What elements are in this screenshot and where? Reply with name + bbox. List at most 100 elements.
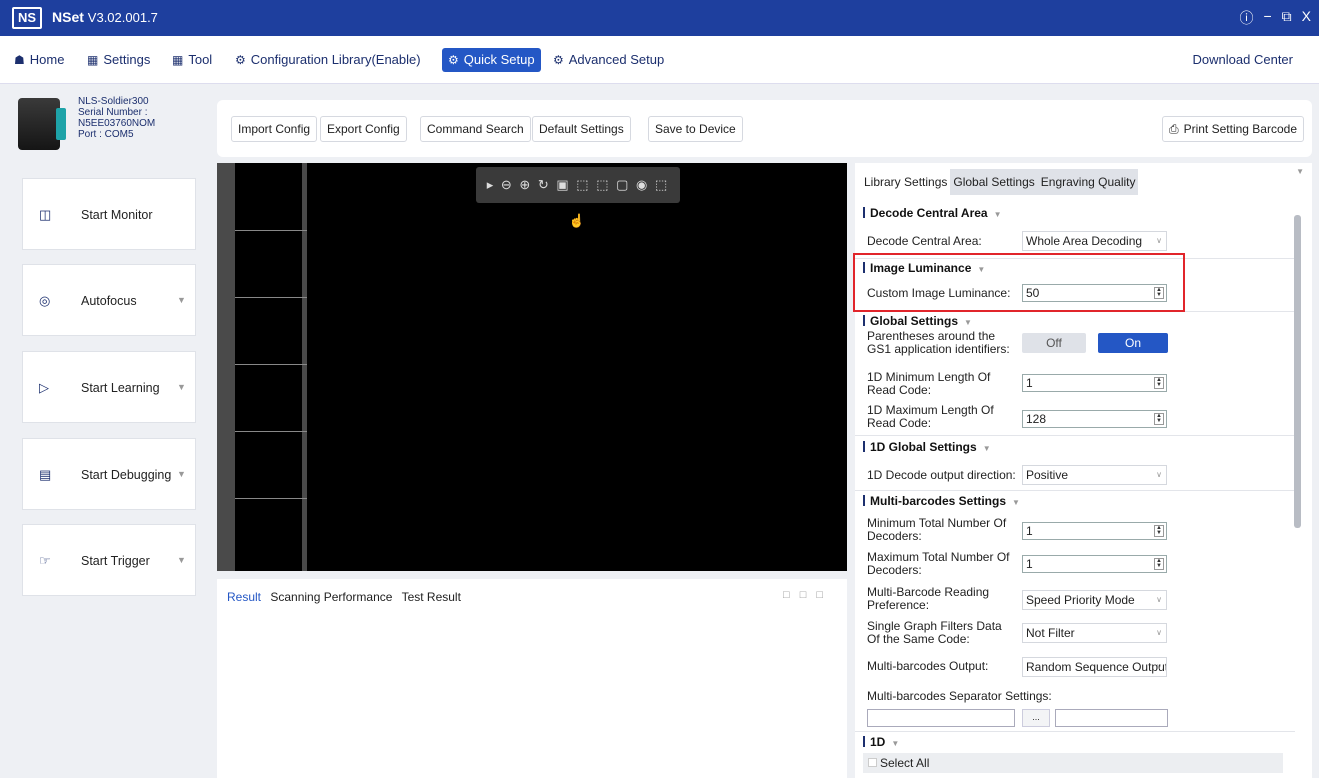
section-multi-barcodes[interactable]: Multi-barcodes Settings ▼	[863, 494, 1020, 508]
sidebar-label: Autofocus	[81, 294, 137, 308]
device-model: NLS-Soldier300	[78, 96, 149, 107]
thumbnail-column	[235, 163, 307, 571]
play-icon: ▷	[39, 380, 49, 395]
separator-browse-button[interactable]: ...	[1022, 709, 1050, 727]
app-logo: NS	[12, 7, 42, 29]
highlight-box	[853, 253, 1185, 312]
decode-central-select[interactable]: Whole Area Decoding ∨	[1022, 231, 1167, 251]
decode-direction-label: 1D Decode output direction:	[867, 468, 1016, 482]
minimize-icon[interactable]: −	[1263, 8, 1271, 28]
separator-settings-label: Multi-barcodes Separator Settings:	[867, 689, 1052, 703]
chevron-down-icon: ∨	[1156, 595, 1162, 604]
chevron-down-icon: ▼	[993, 210, 1002, 219]
chevron-down-icon: ∨	[1156, 628, 1162, 637]
tab-engraving-quality[interactable]: Engraving Quality	[1037, 169, 1139, 195]
import-config-button[interactable]: Import Config	[231, 116, 318, 142]
menu-settings[interactable]: ▦ Settings	[87, 48, 150, 72]
restore-icon[interactable]: ⧉	[1282, 8, 1292, 28]
gs1-on-toggle[interactable]: On	[1098, 333, 1168, 353]
section-decode-central-area[interactable]: Decode Central Area ▼	[863, 206, 1002, 220]
gs1-off-toggle[interactable]: Off	[1022, 333, 1086, 353]
section-title: 1D Global Settings	[870, 440, 977, 454]
menu-tool-label: Tool	[188, 52, 213, 67]
start-trigger-card[interactable]: ☞ Start Trigger ▼	[22, 524, 196, 596]
save-to-device-button[interactable]: Save to Device	[648, 116, 743, 142]
trigger-icon: ☞	[39, 553, 51, 568]
chevron-down-icon[interactable]: ▼	[177, 382, 186, 392]
menu-tool[interactable]: ▦ Tool	[172, 48, 212, 72]
default-settings-button[interactable]: Default Settings	[532, 116, 631, 142]
export-config-button[interactable]: Export Config	[320, 116, 407, 142]
section-global-settings[interactable]: Global Settings ▼	[863, 314, 972, 328]
chevron-down-icon[interactable]: ▼	[177, 555, 186, 565]
menu-quick-setup[interactable]: ⚙ Quick Setup	[442, 48, 541, 72]
result-panel: Result Scanning Performance Test Result …	[217, 579, 847, 778]
tab-global-settings[interactable]: Global Settings	[950, 169, 1038, 195]
chevron-down-icon[interactable]: ▼	[177, 295, 186, 305]
command-search-button[interactable]: Command Search	[420, 116, 531, 142]
menu-config-label: Configuration Library(Enable)	[250, 52, 421, 67]
image-tool-bar[interactable]: ▸ ⊖ ⊕ ↻ ▣ ⬚ ⬚ ▢ ◉ ⬚ ☝	[476, 167, 680, 228]
start-learning-card[interactable]: ▷ Start Learning ▼	[22, 351, 196, 423]
spin-arrows-icon[interactable]: ▲ ▼	[1154, 377, 1164, 389]
close-icon[interactable]: X	[1302, 8, 1311, 28]
filter-same-code-label: Single Graph Filters Data Of the Same Co…	[867, 619, 1002, 646]
grid-icon: ▦	[87, 53, 99, 67]
tab-scanning-performance[interactable]: Scanning Performance	[270, 590, 392, 604]
decode-direction-select[interactable]: Positive ∨	[1022, 465, 1167, 485]
spin-arrows-icon[interactable]: ▲ ▼	[1154, 558, 1164, 570]
filter-same-code-select[interactable]: Not Filter ∨	[1022, 623, 1167, 643]
menu-home[interactable]: ☗ Home	[14, 48, 64, 72]
image-view[interactable]	[217, 163, 847, 571]
section-1d[interactable]: 1D ▼	[863, 735, 899, 749]
chevron-down-icon[interactable]: ▼	[177, 469, 186, 479]
debug-icon: ▤	[39, 467, 52, 482]
section-1d-global-settings[interactable]: 1D Global Settings ▼	[863, 440, 991, 454]
select-all-row[interactable]: Select All	[863, 753, 1283, 773]
device-details: NLS-Soldier300 Serial Number : N5EE03760…	[78, 96, 155, 140]
max-decoders-spinbox[interactable]: 1 ▲ ▼	[1022, 555, 1167, 573]
spin-value: 1	[1026, 557, 1033, 571]
tab-test-result[interactable]: Test Result	[402, 590, 461, 604]
max-length-label: 1D Maximum Length Of Read Code:	[867, 403, 994, 430]
min-length-spinbox[interactable]: 1 ▲ ▼	[1022, 374, 1167, 392]
menu-quick-label: Quick Setup	[463, 52, 535, 67]
clear-icon[interactable]: □	[783, 589, 800, 601]
settings-scrollbar[interactable]	[1294, 215, 1301, 528]
start-monitor-card[interactable]: ◫ Start Monitor	[22, 178, 196, 250]
autofocus-card[interactable]: ◎ Autofocus ▼	[22, 264, 196, 336]
device-port: Port : COM5	[78, 129, 134, 140]
download-center-link[interactable]: Download Center	[1193, 48, 1293, 72]
menu-advanced-setup[interactable]: ⚙ Advanced Setup	[553, 48, 664, 72]
info-icon[interactable]: ⓘ	[1239, 8, 1253, 28]
save-icon[interactable]: □	[816, 589, 833, 601]
tab-result[interactable]: Result	[227, 590, 261, 604]
separator-input[interactable]	[867, 709, 1015, 727]
copy-icon[interactable]: □	[800, 589, 817, 601]
min-decoders-label: Minimum Total Number Of Decoders:	[867, 516, 1007, 543]
spin-arrows-icon[interactable]: ▲ ▼	[1154, 525, 1164, 537]
start-debugging-card[interactable]: ▤ Start Debugging ▼	[22, 438, 196, 510]
divider	[855, 490, 1295, 491]
settings-tabs: Library Settings Global Settings Engravi…	[861, 169, 1139, 195]
section-title: 1D	[870, 735, 886, 749]
grid-icon: ▦	[172, 53, 184, 67]
menu-advanced-label: Advanced Setup	[568, 52, 665, 67]
gear-icon: ⚙	[448, 53, 459, 67]
scroll-up-icon[interactable]: ▼	[1296, 167, 1304, 176]
tab-library-settings[interactable]: Library Settings	[861, 169, 951, 195]
max-length-spinbox[interactable]: 128 ▲ ▼	[1022, 410, 1167, 428]
gears-icon: ⚙	[553, 53, 564, 67]
gs1-parentheses-label: Parentheses around the GS1 application i…	[867, 329, 1010, 356]
menu-configuration-library[interactable]: ⚙ Configuration Library(Enable)	[235, 48, 421, 72]
print-setting-barcode-button[interactable]: ⎙ Print Setting Barcode	[1161, 116, 1304, 142]
select-all-checkbox[interactable]	[868, 758, 877, 767]
min-decoders-spinbox[interactable]: 1 ▲ ▼	[1022, 522, 1167, 540]
multi-output-select[interactable]: Random Sequence Output ∨	[1022, 657, 1167, 677]
separator-value-input[interactable]	[1055, 709, 1168, 727]
spin-arrows-icon[interactable]: ▲ ▼	[1154, 413, 1164, 425]
menu-settings-label: Settings	[103, 52, 151, 67]
reading-preference-select[interactable]: Speed Priority Mode ∨	[1022, 590, 1167, 610]
app-version: V3.02.001.7	[87, 10, 158, 25]
menu-bar: ☗ Home ▦ Settings ▦ Tool ⚙ Configuration Lib…	[0, 36, 1319, 84]
